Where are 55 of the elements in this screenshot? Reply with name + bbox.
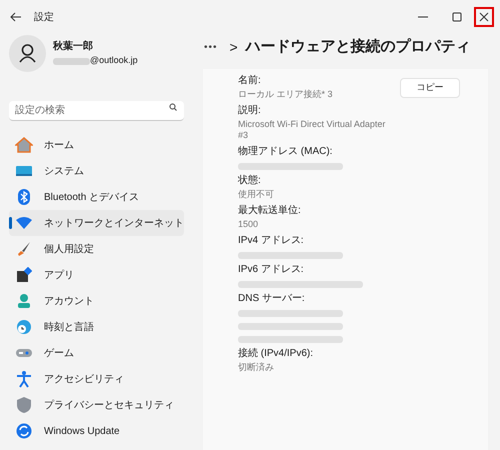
sidebar-item[interactable]: ホーム [9,132,184,158]
clock-icon [16,319,32,335]
property-value: Microsoft Wi-Fi Direct Virtual Adapter #3 [238,119,386,142]
sidebar-item[interactable]: システム [9,158,184,184]
property-label: 接続 (IPv4/IPv6): [238,346,314,361]
sidebar-item[interactable]: 時刻と言語 [9,314,184,340]
property-label: 状態: [238,174,262,188]
sync-icon [16,423,32,439]
more-button[interactable]: ••• [204,40,218,54]
breadcrumb-chevron: > [230,38,238,56]
copy-button[interactable]: コピー [400,78,460,98]
property-value: ローカル エリア接続* 3 [238,89,334,101]
property-label: 最大転送単位: [238,204,302,218]
sidebar-item[interactable]: アカウント [9,288,184,314]
house-icon [15,137,33,153]
property-label: 名前: [238,74,262,88]
minimize-icon [418,16,428,18]
monitor-icon [15,164,33,178]
close-icon [479,12,489,22]
property-value: 1500 [238,219,260,231]
property-value: 切断済み [238,362,275,374]
search-field[interactable]: 設定の検索 [9,101,184,121]
apps-icon [16,267,32,283]
property-label: 物理アドレス (MAC): [238,145,334,159]
avatar-icon [9,35,46,72]
accessibility-icon [16,370,32,388]
wifi-icon [15,216,33,230]
bluetooth-icon [17,188,31,206]
sidebar-item[interactable]: ネットワークとインターネット [9,210,184,236]
sidebar-item[interactable]: Bluetooth とデバイス [9,184,184,210]
shield-icon [16,396,32,414]
window-title: 設定 [34,10,54,24]
back-icon [10,12,22,22]
property-label: IPv4 アドレス: [238,234,305,248]
sidebar-item[interactable]: アプリ [9,262,184,288]
page-title: ハードウェアと接続のプロパティ [246,36,471,57]
sidebar-item[interactable]: アクセシビリティ [9,366,184,392]
sidebar-item[interactable]: 個人用設定 [9,236,184,262]
maximize-icon [452,12,462,22]
account-email: @outlook.jp [90,54,138,68]
property-label: IPv6 アドレス: [238,263,305,277]
sidebar-item[interactable]: Windows Update [9,418,184,444]
brush-icon [16,241,32,257]
sidebar-item[interactable]: ゲーム [9,340,184,366]
account-name: 秋葉一郎 [53,39,94,54]
search-icon [169,103,177,111]
close-button[interactable] [474,7,494,27]
back-button[interactable] [10,12,24,22]
property-label: 説明: [238,104,262,118]
blurred-email [53,58,90,64]
sidebar-item[interactable]: プライバシーとセキュリティ [9,392,184,418]
property-label: DNS サーバー: [238,292,306,306]
person-icon [16,293,32,309]
property-value: 使用不可 [238,189,275,201]
gamepad-icon [15,347,33,359]
